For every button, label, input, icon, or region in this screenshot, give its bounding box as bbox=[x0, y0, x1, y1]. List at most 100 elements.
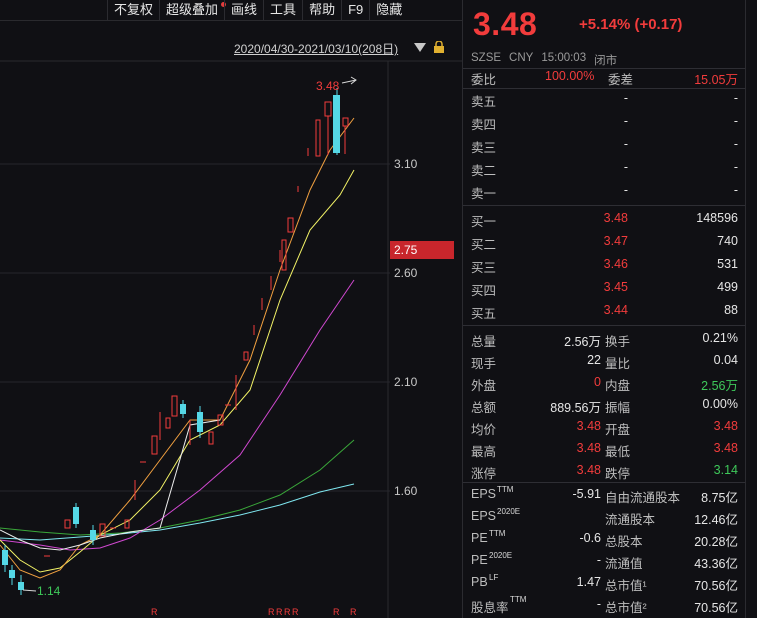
fundamental-row[interactable]: PE - 流通值 43.36亿 2020E bbox=[463, 550, 746, 572]
stat-row[interactable]: 涨停 3.48 跌停 3.14 bbox=[463, 460, 746, 482]
rights-marker: R bbox=[276, 607, 283, 617]
stat-row[interactable]: 总量 2.56万 换手 0.21% bbox=[463, 328, 746, 350]
weibi-value: 100.00% bbox=[545, 69, 595, 83]
rights-markers: R R R R R R R bbox=[151, 607, 357, 617]
buy-level-row[interactable]: 买三 3.46 531 bbox=[463, 254, 746, 276]
stat-row[interactable]: 最高 3.48 最低 3.48 bbox=[463, 438, 746, 460]
stat-label: 最低 bbox=[605, 445, 631, 459]
price-axis-label: 2.60 bbox=[394, 266, 418, 280]
buy-level-row[interactable]: 买五 3.44 88 bbox=[463, 300, 746, 322]
fund-value: -0.6 bbox=[579, 531, 601, 545]
fund-value: -5.91 bbox=[572, 487, 602, 501]
level-price: 3.44 bbox=[603, 303, 628, 317]
low-arrow-icon bbox=[22, 589, 37, 592]
kline-chart-area[interactable]: 不复权 超级叠加 画线 工具 帮助 F9 隐藏 2020/04/30-2021/… bbox=[0, 0, 462, 618]
fund-label: PE bbox=[471, 553, 488, 567]
ma-line-yellow bbox=[0, 169, 355, 573]
stat-label: 外盘 bbox=[471, 379, 497, 393]
level-volume: - bbox=[733, 91, 738, 105]
fund-label: 自由流通股本 bbox=[605, 491, 681, 505]
level-price: - bbox=[623, 160, 628, 174]
level-volume: 531 bbox=[717, 257, 738, 271]
level-label: 卖二 bbox=[471, 164, 497, 178]
level-price: - bbox=[623, 183, 628, 197]
weibi-label: 委比 bbox=[471, 73, 497, 87]
weicha-value: 15.05万 bbox=[694, 73, 738, 87]
ma-line-orange bbox=[0, 117, 355, 579]
fund-label: PB bbox=[471, 575, 488, 589]
buy-level-row[interactable]: 买二 3.47 740 bbox=[463, 231, 746, 253]
sell-level-row[interactable]: 卖四 - - bbox=[463, 111, 746, 133]
buy-level-row[interactable]: 买四 3.45 499 bbox=[463, 277, 746, 299]
level-label: 买五 bbox=[471, 307, 497, 321]
stat-row[interactable]: 现手 22 量比 0.04 bbox=[463, 350, 746, 372]
fundamental-row[interactable]: PE -0.6 总股本 20.28亿 TTM bbox=[463, 528, 746, 550]
level-volume: 88 bbox=[724, 303, 738, 317]
stat-label: 总量 bbox=[471, 335, 497, 349]
level-volume: - bbox=[733, 137, 738, 151]
stat-label: 总额 bbox=[471, 401, 497, 415]
fundamental-row[interactable]: 股息率 - 总市值² 70.56亿 TTM bbox=[463, 594, 746, 616]
fundamental-row[interactable]: PB 1.47 总市值¹ 70.56亿 LF bbox=[463, 572, 746, 594]
level-volume: 148596 bbox=[696, 211, 738, 225]
fundamental-row[interactable]: EPS 流通股本 12.46亿 2020E bbox=[463, 506, 746, 528]
price-change: +5.14% (+0.17) bbox=[579, 16, 683, 33]
stat-label: 涨停 bbox=[471, 467, 497, 481]
stat-value: 22 bbox=[587, 353, 601, 367]
stat-value: 0.04 bbox=[713, 353, 738, 367]
fund-label: EPS bbox=[471, 509, 497, 523]
fund-label: EPS bbox=[471, 487, 497, 501]
stat-label: 量比 bbox=[605, 357, 631, 371]
rights-marker: R bbox=[333, 607, 340, 617]
sell-level-row[interactable]: 卖二 - - bbox=[463, 157, 746, 179]
rights-marker: R bbox=[151, 607, 158, 617]
stat-row[interactable]: 外盘 0 内盘 2.56万 bbox=[463, 372, 746, 394]
sell-level-row[interactable]: 卖五 - - bbox=[463, 88, 746, 110]
rights-marker: R bbox=[292, 607, 299, 617]
stat-value: 0.21% bbox=[702, 331, 738, 345]
sell-level-row[interactable]: 卖三 - - bbox=[463, 134, 746, 156]
level-price: 3.46 bbox=[603, 257, 628, 271]
level-volume: 499 bbox=[717, 280, 738, 294]
high-price-label: 3.48 bbox=[316, 79, 340, 93]
level-volume: - bbox=[733, 160, 738, 174]
stat-label: 跌停 bbox=[605, 467, 631, 481]
price-axis-label: 2.10 bbox=[394, 375, 418, 389]
fund-label: 总市值¹ bbox=[605, 579, 647, 593]
level-price: - bbox=[623, 91, 628, 105]
quote-panel: 3.48 +5.14% (+0.17) SZSE CNY 15:00:03 闭市… bbox=[462, 0, 746, 618]
rights-marker: R bbox=[268, 607, 275, 617]
side-strip bbox=[745, 0, 757, 618]
fund-label-suffix: TTM bbox=[489, 529, 506, 538]
level-label: 买四 bbox=[471, 284, 497, 298]
fund-value: 20.28亿 bbox=[694, 535, 738, 549]
fund-label-suffix: 2020E bbox=[497, 507, 521, 516]
level-label: 卖五 bbox=[471, 95, 497, 109]
level-label: 买一 bbox=[471, 215, 497, 229]
level-price: - bbox=[623, 137, 628, 151]
candles-up bbox=[64, 101, 349, 537]
level-label: 卖一 bbox=[471, 187, 497, 201]
price-axis-label: 1.60 bbox=[394, 484, 418, 498]
stat-value: 3.48 bbox=[576, 463, 601, 477]
level-volume: 740 bbox=[717, 234, 738, 248]
stat-value: 889.56万 bbox=[550, 401, 601, 415]
level-price: 3.47 bbox=[603, 234, 628, 248]
level-label: 买二 bbox=[471, 238, 497, 252]
buy-level-row[interactable]: 买一 3.48 148596 bbox=[463, 208, 746, 230]
stat-value: 3.48 bbox=[713, 419, 738, 433]
stat-row[interactable]: 总额 889.56万 振幅 0.00% bbox=[463, 394, 746, 416]
divider bbox=[463, 325, 746, 326]
ma-line-green bbox=[0, 439, 355, 536]
stat-label: 现手 bbox=[471, 357, 497, 371]
level-volume: - bbox=[733, 183, 738, 197]
sell-level-row[interactable]: 卖一 - - bbox=[463, 180, 746, 202]
last-price: 3.48 bbox=[473, 6, 538, 42]
fund-label: 流通股本 bbox=[605, 513, 656, 527]
fund-label: 总股本 bbox=[605, 535, 643, 549]
fund-label-suffix: TTM bbox=[497, 485, 514, 494]
order-ratio-row: 委比 100.00% 委差 15.05万 bbox=[463, 66, 746, 88]
fundamental-row[interactable]: EPS -5.91 自由流通股本 8.75亿 TTM bbox=[463, 484, 746, 506]
stat-label: 换手 bbox=[605, 335, 631, 349]
stat-row[interactable]: 均价 3.48 开盘 3.48 bbox=[463, 416, 746, 438]
